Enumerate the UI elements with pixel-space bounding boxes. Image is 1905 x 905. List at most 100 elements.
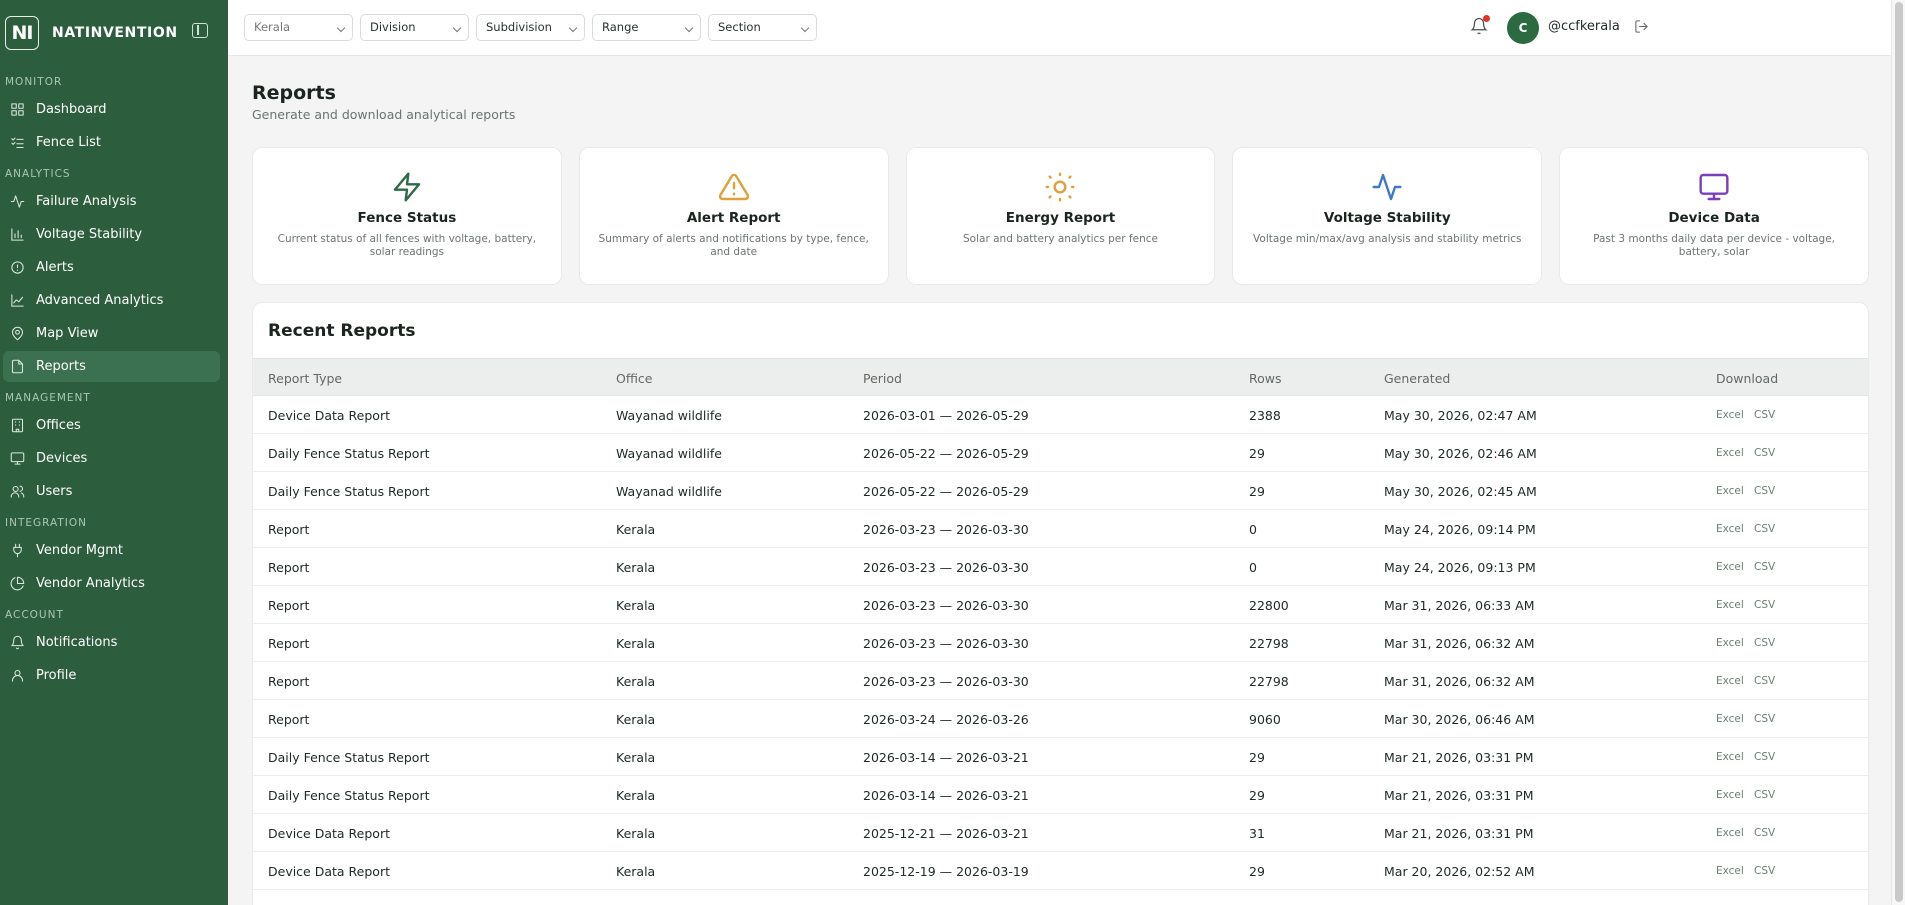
sidebar-item-map-view[interactable]: Map View (3, 318, 220, 349)
office-cell: Kerala (616, 636, 656, 651)
download-excel-link[interactable]: Excel (1716, 637, 1744, 649)
rows-cell: 29 (1249, 788, 1265, 803)
sidebar-item-devices[interactable]: Devices (3, 443, 220, 474)
division-filter-value: Division (370, 20, 416, 34)
notifications-bell-icon[interactable] (1470, 15, 1490, 37)
subdivision-filter[interactable]: Subdivision (476, 14, 585, 41)
table-row: Daily Fence Status Report Kerala 2026-03-1… (253, 738, 1868, 776)
download-excel-link[interactable]: Excel (1716, 599, 1744, 611)
period-cell: 2026-03-14 — 2026-03-21 (863, 750, 1029, 765)
zap-icon (391, 171, 423, 203)
period-cell: 2026-03-23 — 2026-03-30 (863, 560, 1029, 575)
download-csv-link[interactable]: CSV (1754, 637, 1775, 649)
topbar: Kerala Division Subdivision Range Sectio… (228, 0, 1891, 56)
download-excel-link[interactable]: Excel (1716, 789, 1744, 801)
generated-cell: May 24, 2026, 09:13 PM (1384, 560, 1536, 575)
state-filter[interactable]: Kerala (244, 14, 353, 41)
period-cell: 2026-03-23 — 2026-03-30 (863, 674, 1029, 689)
report-card-alert-report[interactable]: Alert Report Summary of alerts and notif… (578, 147, 889, 285)
sidebar-item-voltage-stability[interactable]: Voltage Stability (3, 219, 220, 250)
period-cell: 2026-03-01 — 2026-05-29 (863, 408, 1029, 423)
download-excel-link[interactable]: Excel (1716, 827, 1744, 839)
download-excel-link[interactable]: Excel (1716, 713, 1744, 725)
sidebar-toggle-icon[interactable] (192, 23, 208, 38)
report-card-fence-status[interactable]: Fence Status Current status of all fence… (252, 147, 562, 285)
sidebar-item-alerts[interactable]: Alerts (3, 252, 220, 283)
sidebar-item-reports[interactable]: Reports (3, 351, 220, 382)
pulse-icon (1371, 171, 1403, 203)
generated-cell: Mar 20, 2026, 02:52 AM (1384, 864, 1535, 879)
avatar[interactable]: C (1507, 12, 1539, 44)
sidebar-item-notifications[interactable]: Notifications (3, 627, 220, 658)
user-icon (9, 668, 25, 684)
sidebar-item-vendor-analytics[interactable]: Vendor Analytics (3, 568, 220, 599)
report-card-energy-report[interactable]: Energy Report Solar and battery analytic… (905, 147, 1216, 285)
chevron-down-icon (336, 23, 346, 33)
sidebar-item-offices[interactable]: Offices (3, 410, 220, 441)
generated-cell: Mar 31, 2026, 06:33 AM (1384, 598, 1535, 613)
sidebar-item-users[interactable]: Users (3, 476, 220, 507)
office-cell: Kerala (616, 750, 656, 765)
download-csv-link[interactable]: CSV (1754, 561, 1775, 573)
logout-icon[interactable] (1634, 19, 1650, 35)
brand-name: NATINVENTION (52, 25, 178, 41)
rows-cell: 0 (1249, 522, 1257, 537)
download-excel-link[interactable]: Excel (1716, 675, 1744, 687)
download-excel-link[interactable]: Excel (1716, 409, 1744, 421)
download-csv-link[interactable]: CSV (1754, 713, 1775, 725)
download-csv-link[interactable]: CSV (1754, 751, 1775, 763)
download-excel-link[interactable]: Excel (1716, 523, 1744, 535)
subdivision-filter-value: Subdivision (486, 20, 552, 34)
section-filter[interactable]: Section (708, 14, 817, 41)
users-icon (9, 484, 25, 500)
report-card-voltage-stability[interactable]: Voltage Stability Voltage min/max/avg an… (1232, 147, 1543, 285)
report-type-cell: Daily Fence Status Report (268, 750, 430, 765)
scrollbar[interactable] (1891, 0, 1905, 905)
download-csv-link[interactable]: CSV (1754, 789, 1775, 801)
warning-triangle-icon (718, 171, 750, 203)
download-csv-link[interactable]: CSV (1754, 865, 1775, 877)
sidebar-item-vendor-mgmt[interactable]: Vendor Mgmt (3, 535, 220, 566)
column-header-office: Office (616, 371, 653, 386)
sidebar-item-advanced-analytics[interactable]: Advanced Analytics (3, 285, 220, 316)
notification-dot (1483, 15, 1490, 22)
download-csv-link[interactable]: CSV (1754, 409, 1775, 421)
rows-cell: 29 (1249, 864, 1265, 879)
generated-cell: Mar 31, 2026, 06:32 AM (1384, 636, 1535, 651)
sidebar-item-dashboard[interactable]: Dashboard (3, 94, 220, 125)
sidebar-item-failure-analysis[interactable]: Failure Analysis (3, 186, 220, 217)
scrollbar-thumb[interactable] (1895, 2, 1903, 902)
download-csv-link[interactable]: CSV (1754, 675, 1775, 687)
sidebar-item-profile[interactable]: Profile (3, 660, 220, 691)
list-icon (9, 135, 25, 151)
sidebar-item-label: Fence List (36, 135, 102, 150)
report-type-cell: Report (268, 674, 310, 689)
sidebar-item-label: Profile (36, 668, 77, 683)
download-excel-link[interactable]: Excel (1716, 561, 1744, 573)
range-filter[interactable]: Range (592, 14, 701, 41)
sidebar-item-fence-list[interactable]: Fence List (3, 127, 220, 158)
download-excel-link[interactable]: Excel (1716, 447, 1744, 459)
division-filter[interactable]: Division (360, 14, 469, 41)
report-type-cell: Report (268, 636, 310, 651)
building-icon (9, 418, 25, 434)
report-type-cell: Device Data Report (268, 864, 390, 879)
download-csv-link[interactable]: CSV (1754, 447, 1775, 459)
activity-icon (9, 194, 25, 210)
download-csv-link[interactable]: CSV (1754, 599, 1775, 611)
section-filter-value: Section (718, 20, 761, 34)
generated-cell: May 30, 2026, 02:46 AM (1384, 446, 1537, 461)
download-csv-link[interactable]: CSV (1754, 827, 1775, 839)
download-csv-link[interactable]: CSV (1754, 485, 1775, 497)
table-row: Report Kerala 2026-03-23 — 2026-03-30 0 May … (253, 548, 1868, 586)
sidebar-item-label: Map View (36, 326, 99, 341)
download-csv-link[interactable]: CSV (1754, 523, 1775, 535)
table-row: Device Data Report Kerala 2025-12-19 — 202… (253, 852, 1868, 890)
rows-cell: 29 (1249, 750, 1265, 765)
report-card-device-data[interactable]: Device Data Past 3 months daily data per… (1559, 147, 1869, 285)
download-excel-link[interactable]: Excel (1716, 485, 1744, 497)
table-row: Report Kerala 2026-03-24 — 2026-03-26 9060 M… (253, 700, 1868, 738)
download-excel-link[interactable]: Excel (1716, 865, 1744, 877)
rows-cell: 22798 (1249, 636, 1289, 651)
download-excel-link[interactable]: Excel (1716, 751, 1744, 763)
